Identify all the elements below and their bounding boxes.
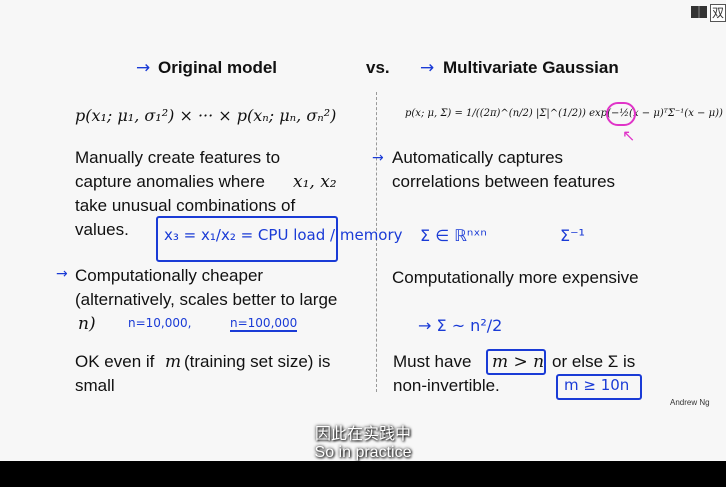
formula-product-model: p(x₁; μ₁, σ₁²) × ··· × p(xₙ; μₙ, σₙ²) bbox=[75, 106, 337, 125]
bilingual-toggle[interactable]: 双 bbox=[710, 4, 726, 22]
left-point1-math: x₁, x₂ bbox=[293, 172, 337, 192]
left-point1-line3: take unusual combinations of bbox=[75, 196, 296, 215]
lecture-slide: 双 → Original model vs. → Multivariate Ga… bbox=[0, 0, 726, 461]
left-point1-line4: values. bbox=[75, 220, 129, 239]
left-point1-line2: capture anomalies where bbox=[75, 172, 265, 191]
right-point3-line2: non-invertible. bbox=[393, 376, 500, 395]
left-point3-line2: small bbox=[75, 376, 115, 395]
sigma-inverse-annotation: Σ⁻¹ bbox=[560, 226, 585, 245]
right-point3-math: m > n bbox=[492, 352, 545, 372]
sigma-inverse-highlight bbox=[606, 102, 636, 126]
x3-feature-annotation: x₃ = x₁/x₂ = CPU load / memory bbox=[164, 226, 403, 244]
left-point3-line1b: (training set size) is bbox=[184, 352, 331, 371]
left-point2-math: n) bbox=[78, 314, 96, 334]
header-original-model: Original model bbox=[158, 58, 278, 77]
book-icon[interactable] bbox=[690, 4, 708, 20]
right-point2: Computationally more expensive bbox=[392, 268, 639, 287]
right-point3-line1a: Must have bbox=[393, 352, 472, 371]
n-large-annotation: n=100,000 bbox=[230, 316, 298, 332]
right-point1-line1: Automatically captures bbox=[392, 148, 564, 167]
author-credit: Andrew Ng bbox=[670, 398, 710, 407]
arrow-icon: → bbox=[372, 150, 384, 166]
sigma-cost-annotation: → Σ ~ n²/2 bbox=[418, 316, 503, 335]
arrow-up-icon: ↖ bbox=[622, 126, 636, 145]
subtitle-chinese: 因此在实践中 bbox=[314, 426, 411, 443]
left-point2-line1: Computationally cheaper bbox=[75, 266, 264, 285]
right-point1-line2: correlations between features bbox=[392, 172, 616, 191]
arrow-icon: → bbox=[420, 58, 435, 78]
left-point1-line1: Manually create features to bbox=[75, 148, 281, 167]
arrow-icon: → bbox=[136, 58, 151, 78]
header-vs: vs. bbox=[366, 58, 390, 77]
sigma-dimension-annotation: Σ ∈ ℝⁿˣⁿ bbox=[420, 226, 487, 245]
right-point3-line1b: or else Σ is bbox=[552, 352, 636, 371]
arrow-icon: → bbox=[56, 266, 68, 282]
subtitle-english: So in practice bbox=[314, 444, 412, 461]
left-point2-line2: (alternatively, scales better to large bbox=[75, 290, 338, 309]
m-rule-annotation: m ≥ 10n bbox=[564, 376, 630, 394]
left-point3-line1a: OK even if bbox=[75, 352, 155, 371]
left-point3-math: m bbox=[165, 352, 182, 372]
header-multivariate-gaussian: Multivariate Gaussian bbox=[443, 58, 619, 77]
n-small-annotation: n=10,000, bbox=[128, 316, 192, 330]
formula-multivariate-gaussian: p(x; μ, Σ) = 1/((2π)^(n/2) |Σ|^(1/2)) ex… bbox=[405, 108, 723, 119]
